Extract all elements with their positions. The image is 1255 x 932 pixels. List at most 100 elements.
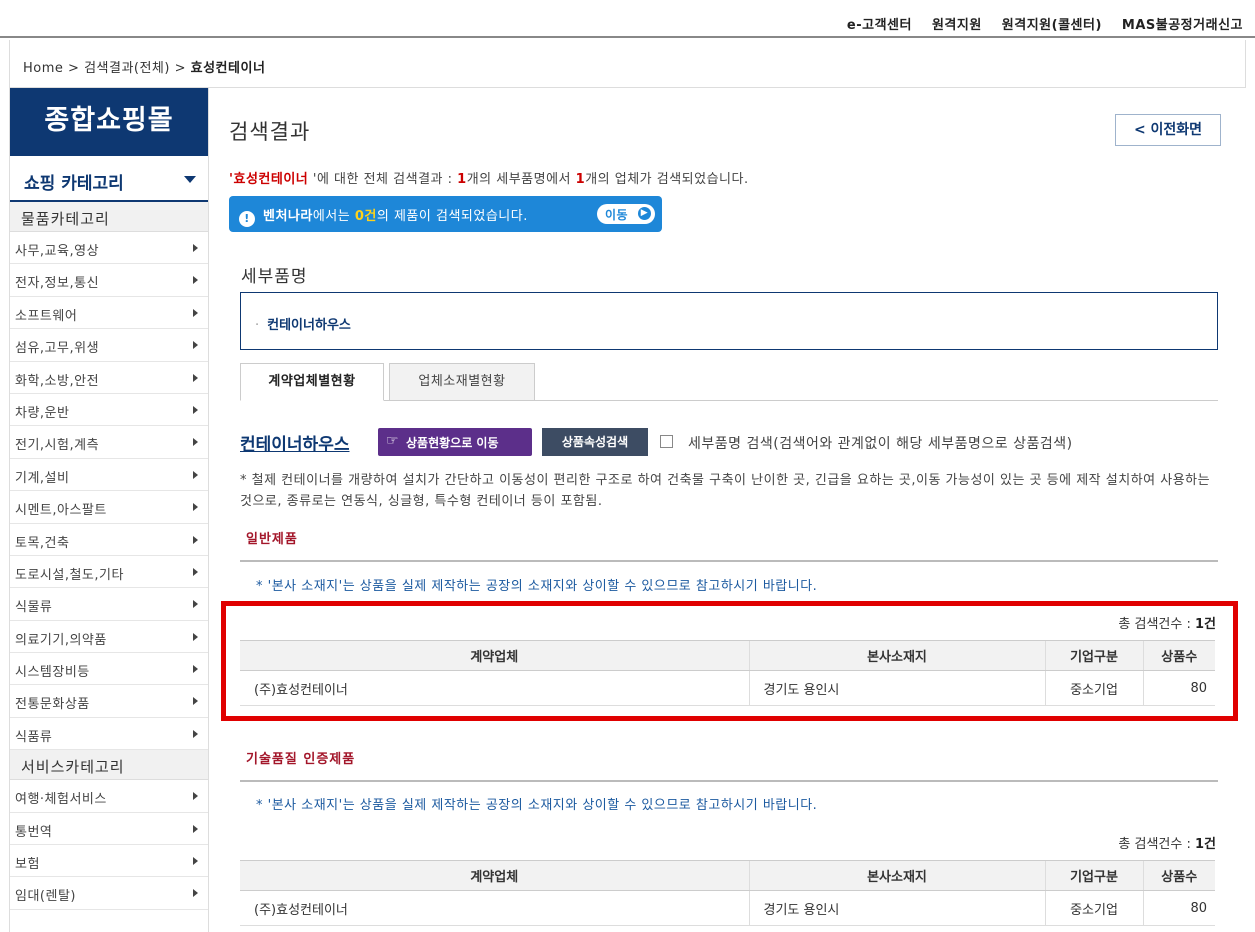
chevron-right-icon bbox=[193, 244, 198, 252]
goods-category-item[interactable]: 차량,운반 bbox=[10, 394, 208, 427]
chevron-right-icon bbox=[193, 308, 198, 317]
chevron-right-icon bbox=[193, 567, 198, 576]
goods-category-item-label: 시스템장비등 bbox=[15, 665, 90, 681]
shopping-category-toggle[interactable]: 쇼핑 카테고리 bbox=[10, 156, 208, 202]
detail-item-box: · 컨테이너하우스 bbox=[240, 292, 1218, 350]
goods-category-item[interactable]: 식물류 bbox=[10, 588, 208, 621]
detail-search-checkbox[interactable] bbox=[660, 435, 673, 448]
goods-category-item-label: 사무,교육,영상 bbox=[15, 244, 100, 259]
service-category-item-label: 통번역 bbox=[15, 824, 53, 840]
goods-category-item[interactable]: 식품류 bbox=[10, 718, 208, 751]
detail-item-link[interactable]: 컨테이너하우스 bbox=[267, 318, 351, 333]
go-product-status-button[interactable]: ☞ 상품현황으로 이동 bbox=[378, 428, 532, 456]
utility-links: e-고객센터 원격지원 원격지원(콜센터) MAS불공정거래신고 bbox=[847, 14, 1243, 33]
total-count-value: 1건 bbox=[1194, 837, 1216, 852]
goods-category-item-label: 식물류 bbox=[15, 600, 53, 616]
link-mas-report[interactable]: MAS불공정거래신고 bbox=[1122, 14, 1243, 33]
back-button[interactable]: < 이전화면 bbox=[1115, 114, 1221, 146]
goods-category-item[interactable]: 섬유,고무,위생 bbox=[10, 329, 208, 362]
venture-move-button[interactable]: 이동 ▶ bbox=[597, 204, 655, 224]
breadcrumb-sep: > bbox=[169, 61, 191, 76]
goods-category-list: 사무,교육,영상전자,정보,통신소프트웨어섬유,고무,위생 화학,소방,안전차량,… bbox=[10, 232, 208, 751]
service-category-list: 여행·체험서비스통번역보험 임대(렌탈) bbox=[10, 780, 208, 910]
section-title-general: 일반제품 bbox=[246, 532, 298, 547]
summary-count: 1 bbox=[575, 172, 586, 187]
go-product-status-label: 상품현황으로 이동 bbox=[406, 436, 499, 450]
chevron-down-icon bbox=[184, 176, 196, 183]
col-header-product-count: 상품수 bbox=[1142, 860, 1215, 891]
product-row: 컨테이너하우스 ☞ 상품현황으로 이동 상품속성검색 세부품명 검색(검색어와 관… bbox=[240, 428, 1220, 458]
chevron-right-icon bbox=[193, 341, 198, 350]
bullet-icon: · bbox=[255, 318, 260, 333]
product-name-link[interactable]: 컨테이너하우스 bbox=[240, 430, 349, 455]
goods-category-item[interactable]: 도로시설,철도,기타 bbox=[10, 556, 208, 589]
product-description: * 철제 컨테이너를 개량하여 설치가 간단하고 이동성이 편리한 구조로 하여… bbox=[240, 473, 1211, 509]
chevron-right-icon bbox=[193, 405, 198, 414]
col-header-location: 본사소재지 bbox=[748, 860, 1045, 891]
service-category-item[interactable]: 임대(렌탈) bbox=[10, 877, 208, 910]
attribute-search-button[interactable]: 상품속성검색 bbox=[542, 428, 648, 456]
link-customer-center[interactable]: e-고객센터 bbox=[847, 14, 912, 33]
detail-search-checkbox-label: 세부품명 검색(검색어와 관계없이 해당 세부품명으로 상품검색) bbox=[688, 436, 1073, 452]
goods-category-item-label: 의료기기,의약품 bbox=[15, 632, 107, 648]
utility-bar: e-고객센터 원격지원 원격지원(콜센터) MAS불공정거래신고 bbox=[0, 0, 1255, 38]
goods-category-item-label: 소프트웨어 bbox=[15, 308, 78, 324]
goods-category-item-label: 시멘트,아스팔트 bbox=[15, 503, 107, 519]
goods-category-item[interactable]: 전통문화상품 bbox=[10, 685, 208, 718]
goods-category-item[interactable]: 기계,설비 bbox=[10, 459, 208, 492]
chevron-right-icon bbox=[193, 792, 198, 801]
goods-category-item[interactable]: 전기,시험,계측 bbox=[10, 426, 208, 459]
service-category-item[interactable]: 통번역 bbox=[10, 813, 208, 846]
chevron-right-icon bbox=[193, 857, 198, 866]
link-remote-support[interactable]: 원격지원 bbox=[932, 14, 982, 33]
service-category-item[interactable]: 여행·체험서비스 bbox=[10, 780, 208, 813]
section-title-certified: 기술품질 인증제품 bbox=[246, 752, 356, 767]
goods-category-item[interactable]: 화학,소방,안전 bbox=[10, 362, 208, 394]
chevron-right-icon bbox=[193, 600, 198, 609]
arrow-right-icon: ▶ bbox=[638, 207, 651, 220]
cell-product-count[interactable]: 80 bbox=[1142, 890, 1215, 926]
service-category-heading: 서비스카테고리 bbox=[10, 750, 208, 781]
chevron-right-icon bbox=[193, 665, 198, 674]
goods-category-item-label: 전자,정보,통신 bbox=[15, 276, 100, 292]
chevron-right-icon bbox=[193, 697, 198, 706]
venture-count: 0건 bbox=[354, 209, 377, 224]
chevron-right-icon bbox=[193, 503, 198, 512]
section-divider bbox=[240, 560, 1218, 562]
chevron-right-icon bbox=[193, 824, 198, 833]
table-row[interactable]: (주)효성컨테이너 경기도 용인시 중소기업 80 bbox=[240, 890, 1215, 926]
brand-title[interactable]: 종합쇼핑몰 bbox=[10, 88, 208, 156]
breadcrumb-home[interactable]: Home bbox=[23, 61, 63, 76]
location-note: * '본사 소재지'는 상품을 실제 제작하는 공장의 소재지와 상이할 수 있… bbox=[256, 798, 818, 813]
goods-category-item-label: 차량,운반 bbox=[15, 405, 70, 421]
category-head-label: 쇼핑 카테고리 bbox=[24, 174, 124, 194]
goods-category-item-label: 도로시설,철도,기타 bbox=[15, 567, 124, 583]
goods-category-item[interactable]: 전자,정보,통신 bbox=[10, 264, 208, 297]
goods-category-item-label: 식품류 bbox=[15, 729, 53, 745]
service-category-item[interactable]: 보험 bbox=[10, 845, 208, 878]
results-table-certified: 계약업체 본사소재지 기업구분 상품수 (주)효성컨테이너 경기도 용인시 중소… bbox=[240, 860, 1215, 926]
goods-category-item-label: 전기,시험,계측 bbox=[15, 438, 100, 454]
goods-category-item[interactable]: 소프트웨어 bbox=[10, 297, 208, 330]
summary-keyword: 효성컨테이너 bbox=[233, 172, 309, 187]
total-count-label: 총 검색건수 : bbox=[1118, 837, 1195, 852]
tab-by-contractor[interactable]: 계약업체별현황 bbox=[240, 363, 384, 401]
search-summary: '효성컨테이너 '에 대한 전체 검색결과 : 1개의 세부품명에서 1개의 업… bbox=[229, 168, 749, 187]
goods-category-item[interactable]: 의료기기,의약품 bbox=[10, 621, 208, 654]
cell-contractor[interactable]: (주)효성컨테이너 bbox=[240, 890, 749, 926]
chevron-right-icon bbox=[193, 438, 198, 447]
breadcrumb-search-all[interactable]: 검색결과(전체) bbox=[84, 61, 170, 76]
total-count: 총 검색건수 : 1건 bbox=[1118, 833, 1216, 852]
summary-count: 1 bbox=[457, 172, 467, 187]
chevron-right-icon bbox=[193, 373, 198, 382]
location-note: * '본사 소재지'는 상품을 실제 제작하는 공장의 소재지와 상이할 수 있… bbox=[256, 579, 818, 594]
venture-notice: ! 벤처나라에서는 0건의 제품이 검색되었습니다. 이동 ▶ bbox=[229, 196, 662, 232]
service-category-item-label: 여행·체험서비스 bbox=[15, 792, 107, 808]
page-title: 검색결과 bbox=[229, 120, 311, 144]
goods-category-item[interactable]: 토목,건축 bbox=[10, 524, 208, 556]
tab-by-location[interactable]: 업체소재별현황 bbox=[389, 363, 535, 401]
link-remote-support-callcenter[interactable]: 원격지원(콜센터) bbox=[1002, 14, 1102, 33]
goods-category-item[interactable]: 시멘트,아스팔트 bbox=[10, 491, 208, 524]
goods-category-item[interactable]: 사무,교육,영상 bbox=[10, 232, 208, 265]
goods-category-item[interactable]: 시스템장비등 bbox=[10, 653, 208, 686]
